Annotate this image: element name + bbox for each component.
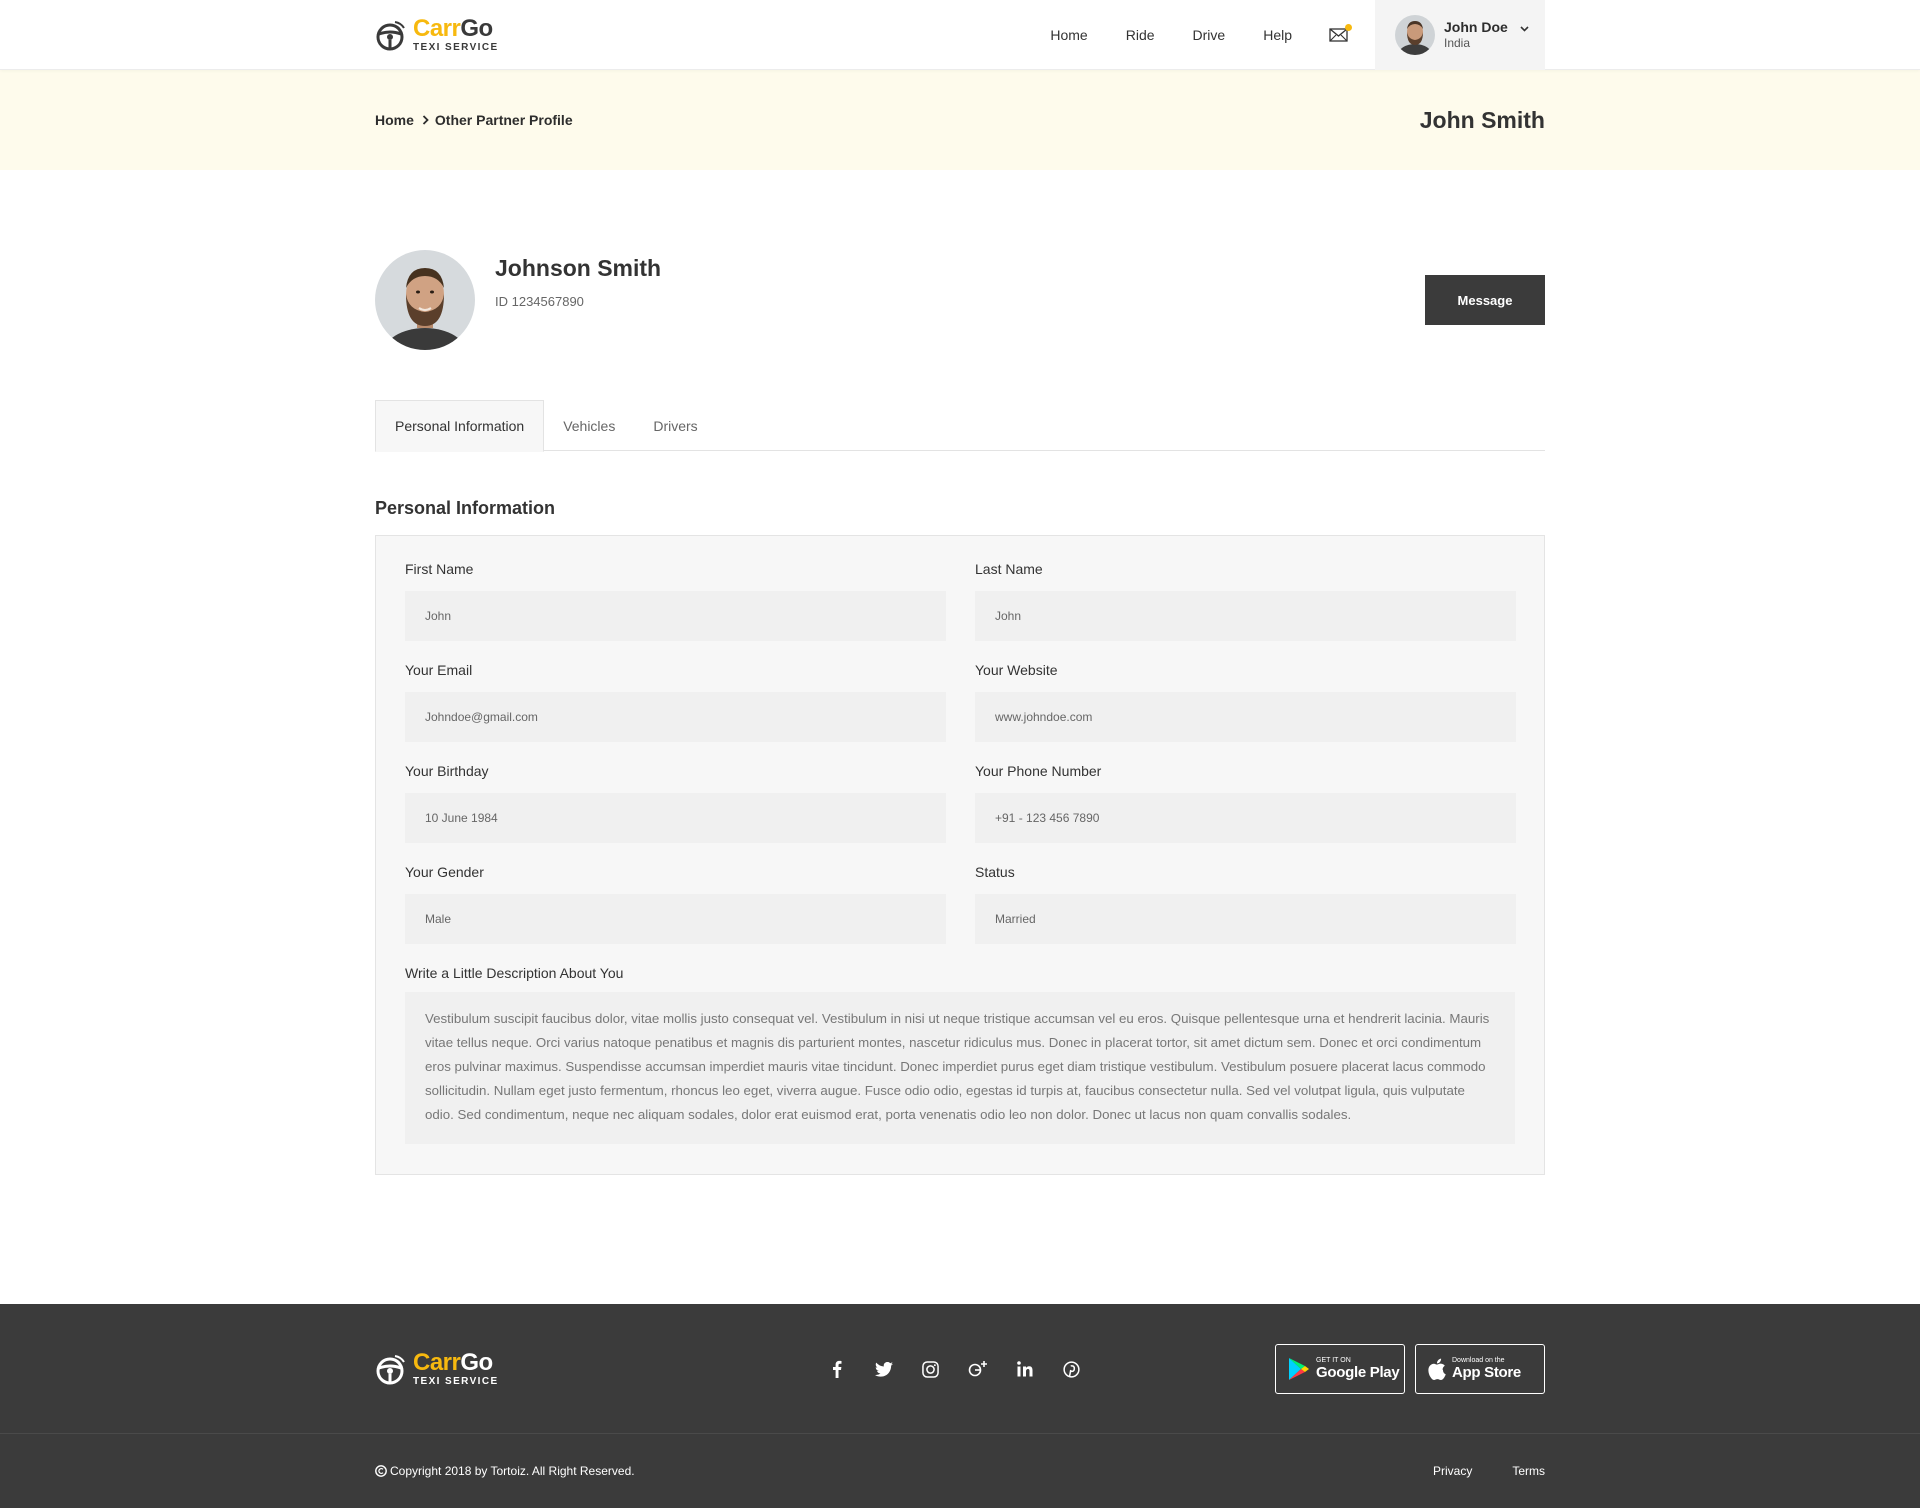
profile-name: Johnson Smith (495, 255, 662, 281)
site-footer: CarrGo TEXI SERVICE GET IT ON Google Pla… (0, 1304, 1920, 1508)
breadcrumb: Home Other Partner Profile (375, 112, 573, 128)
user-menu[interactable]: John Doe India (1375, 0, 1545, 70)
google-plus-icon[interactable] (968, 1359, 988, 1379)
footer-brand-tagline: TEXI SERVICE (413, 1376, 499, 1387)
phone-field[interactable]: +91 - 123 456 7890 (975, 793, 1516, 843)
chevron-right-icon (422, 113, 429, 128)
first-name-field[interactable]: John (405, 591, 946, 641)
nav-help[interactable]: Help (1263, 27, 1292, 43)
app-store-badge[interactable]: Download on the App Store (1415, 1344, 1545, 1394)
app-store-badges: GET IT ON Google Play Download on the Ap… (1275, 1344, 1545, 1394)
footer-logo[interactable]: CarrGo TEXI SERVICE (375, 1351, 499, 1387)
profile-tabs: Personal Information Vehicles Drivers (375, 400, 1545, 452)
breadcrumb-current: Other Partner Profile (434, 112, 573, 128)
brand-name-part1: Carr (413, 15, 461, 42)
app-store-label: App Store (1452, 1363, 1521, 1381)
nav-ride[interactable]: Ride (1126, 27, 1155, 43)
tab-personal-information[interactable]: Personal Information (375, 400, 545, 452)
privacy-link[interactable]: Privacy (1433, 1464, 1472, 1478)
website-label: Your Website (975, 662, 1058, 678)
apple-icon (1428, 1358, 1446, 1380)
google-play-badge[interactable]: GET IT ON Google Play (1275, 1344, 1405, 1394)
messages-button[interactable] (1329, 24, 1352, 43)
brand-logo[interactable]: CarrGo TEXI SERVICE (375, 17, 499, 53)
page-banner: Home Other Partner Profile John Smith (0, 70, 1920, 170)
gender-group: Your Gender Male (405, 864, 946, 944)
website-group: Your Website www.johndoe.com (975, 662, 1516, 742)
status-field[interactable]: Married (975, 894, 1516, 944)
brand-tagline: TEXI SERVICE (413, 42, 499, 53)
brand-name-part2: Go (460, 15, 493, 42)
personal-info-form: First Name John Last Name John Your Emai… (375, 535, 1545, 1175)
copyright-text: Copyright 2018 by Tortoiz. All Right Res… (390, 1464, 635, 1478)
tab-vehicles[interactable]: Vehicles (544, 400, 634, 451)
first-name-group: First Name John (405, 561, 946, 641)
phone-group: Your Phone Number +91 - 123 456 7890 (975, 763, 1516, 843)
email-field[interactable]: Johndoe@gmail.com (405, 692, 946, 742)
profile-avatar (375, 250, 475, 350)
instagram-icon[interactable] (921, 1359, 941, 1379)
main-content: Johnson Smith ID 1234567890 Message Pers… (375, 250, 1545, 1175)
first-name-label: First Name (405, 561, 474, 577)
terms-link[interactable]: Terms (1512, 1464, 1545, 1478)
google-play-icon (1289, 1358, 1309, 1380)
site-header: CarrGo TEXI SERVICE Home Ride Drive Help (0, 0, 1920, 70)
steering-wheel-icon (376, 21, 405, 51)
steering-wheel-icon (376, 1355, 405, 1385)
page-title: John Smith (1419, 106, 1545, 133)
linkedin-icon[interactable] (1015, 1359, 1035, 1379)
section-title: Personal Information (375, 498, 556, 518)
user-name: John Doe (1444, 19, 1508, 36)
social-links (827, 1359, 1082, 1379)
phone-label: Your Phone Number (975, 763, 1102, 779)
footer-brand-part1: Carr (413, 1349, 461, 1376)
birthday-label: Your Birthday (405, 763, 489, 779)
description-label: Write a Little Description About You (405, 965, 624, 981)
copyright: Copyright 2018 by Tortoiz. All Right Res… (375, 1464, 635, 1478)
message-button[interactable]: Message (1425, 275, 1545, 325)
status-group: Status Married (975, 864, 1516, 944)
nav-home[interactable]: Home (1050, 27, 1087, 43)
last-name-field[interactable]: John (975, 591, 1516, 641)
birthday-group: Your Birthday 10 June 1984 (405, 763, 946, 843)
footer-links: Privacy Terms (1433, 1464, 1545, 1478)
gender-label: Your Gender (405, 864, 484, 880)
description-textarea[interactable]: Vestibulum suscipit faucibus dolor, vita… (405, 992, 1515, 1144)
main-nav: Home Ride Drive Help John Doe India (1031, 0, 1545, 70)
facebook-icon[interactable] (827, 1359, 847, 1379)
twitter-icon[interactable] (874, 1359, 894, 1379)
tab-drivers[interactable]: Drivers (634, 400, 716, 451)
website-field[interactable]: www.johndoe.com (975, 692, 1516, 742)
google-play-label: Google Play (1316, 1363, 1400, 1381)
gender-field[interactable]: Male (405, 894, 946, 944)
last-name-group: Last Name John (975, 561, 1516, 641)
pinterest-icon[interactable] (1062, 1359, 1082, 1379)
status-label: Status (975, 864, 1015, 880)
profile-header: Johnson Smith ID 1234567890 Message (375, 250, 1545, 350)
user-location: India (1444, 36, 1471, 51)
nav-drive[interactable]: Drive (1193, 27, 1226, 43)
email-group: Your Email Johndoe@gmail.com (405, 662, 946, 742)
profile-id: ID 1234567890 (495, 294, 584, 309)
chevron-down-icon (1520, 26, 1529, 32)
avatar (1395, 15, 1435, 55)
notification-dot (1345, 24, 1352, 31)
breadcrumb-home[interactable]: Home (375, 112, 414, 128)
last-name-label: Last Name (975, 561, 1043, 577)
footer-brand-part2: Go (460, 1349, 493, 1376)
birthday-field[interactable]: 10 June 1984 (405, 793, 946, 843)
email-label: Your Email (405, 662, 473, 678)
copyright-icon (375, 1465, 387, 1477)
